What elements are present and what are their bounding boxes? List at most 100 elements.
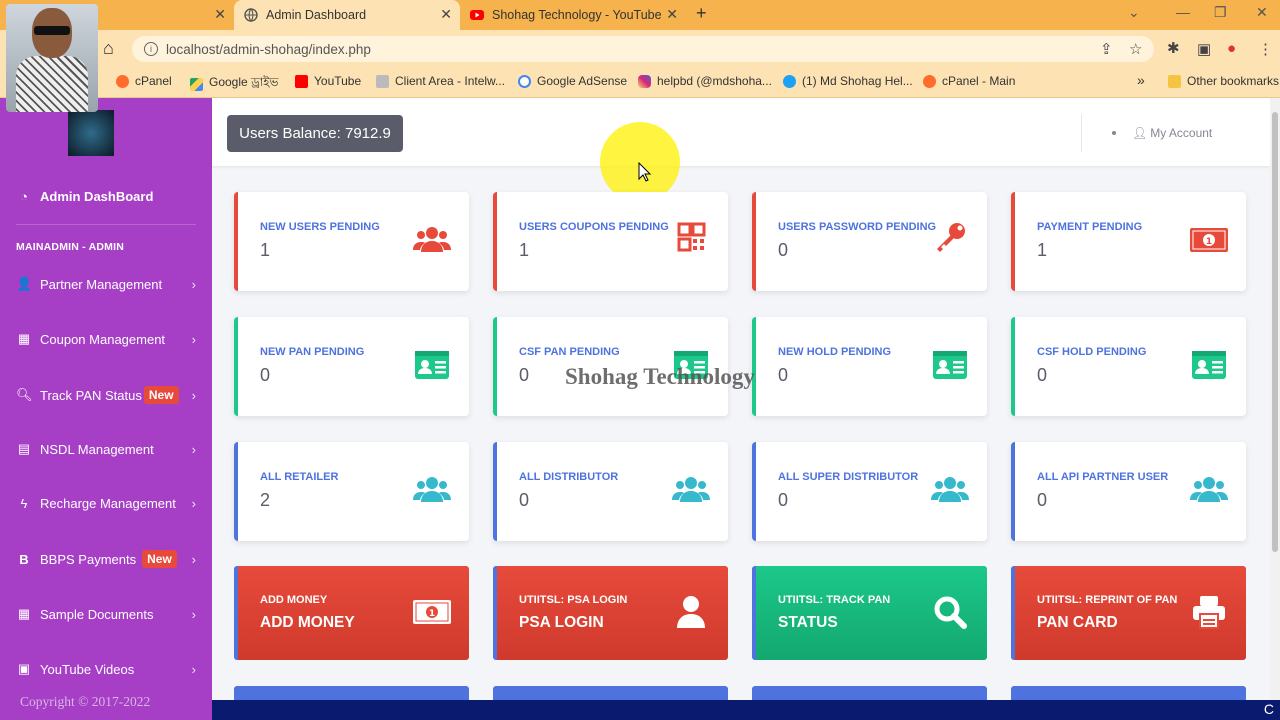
sidebar-item-label: Recharge Management (40, 496, 176, 511)
drive-icon (190, 77, 203, 91)
card-all-retailer[interactable]: ALL RETAILER 2 (234, 442, 469, 541)
card-all-distributor[interactable]: ALL DISTRIBUTOR 0 (493, 442, 728, 541)
chevron-right-icon: › (191, 606, 196, 622)
close-icon[interactable]: ✕ (440, 6, 452, 23)
card-value: 0 (260, 365, 271, 385)
sidebar-item-sample-documents[interactable]: ▦ Sample Documents › (16, 606, 196, 622)
chevron-right-icon: › (191, 387, 196, 403)
money-icon: 1 (1190, 228, 1228, 252)
close-window-icon[interactable]: ✕ (1256, 4, 1268, 21)
sidebar-item-label: YouTube Videos (40, 661, 135, 677)
my-account-menu[interactable]: 👤︎ My Account (1112, 126, 1212, 140)
bookmark-item[interactable]: (1) Md Shohag Hel... (783, 74, 913, 88)
card-value: 0 (1037, 490, 1048, 510)
users-balance-button[interactable]: Users Balance: 7912.9 (227, 115, 403, 152)
profile-icon[interactable]: ● (1227, 40, 1236, 57)
sidebar-item-track-pan-status[interactable]: 🔍︎ Track PAN Status New › (16, 386, 196, 404)
scrollbar-thumb[interactable] (1272, 112, 1278, 552)
bbps-icon: B (19, 551, 29, 567)
other-bookmarks-label: Other bookmarks (1187, 74, 1280, 88)
psa-login-button[interactable]: UTIITSL: PSA LOGIN PSA LOGIN (493, 566, 728, 660)
sidebar-item-coupon-management[interactable]: ▦ Coupon Management › (16, 331, 196, 347)
other-bookmarks[interactable]: Other bookmarks (1168, 74, 1279, 88)
action-label: UTIITSL: PSA LOGIN (519, 594, 628, 606)
next-row-card[interactable] (493, 686, 728, 700)
card-new-users-pending[interactable]: NEW USERS PENDING 1 (234, 192, 469, 291)
tab-youtube-label: Shohag Technology - YouTube (492, 8, 662, 22)
card-csf-hold-pending[interactable]: CSF HOLD PENDING 0 (1011, 317, 1246, 416)
money-icon: 1 (413, 600, 451, 624)
share-icon[interactable]: ⇪ (1100, 40, 1113, 58)
tab-youtube[interactable]: Shohag Technology - YouTube ✕ (460, 0, 686, 30)
card-payment-pending[interactable]: PAYMENT PENDING 1 1 (1011, 192, 1246, 291)
card-value: 0 (778, 490, 789, 510)
action-title: ADD MONEY (260, 614, 355, 631)
next-row-card[interactable] (234, 686, 469, 700)
extensions-icon[interactable]: ✱ (1167, 39, 1180, 57)
chevron-down-icon[interactable]: ⌄ (1128, 4, 1140, 21)
card-label: ALL DISTRIBUTOR (519, 471, 619, 483)
card-all-super-distributor[interactable]: ALL SUPER DISTRIBUTOR 0 (752, 442, 987, 541)
site-logo[interactable] (68, 110, 114, 156)
bookmark-item[interactable]: cPanel - Main (923, 74, 1015, 88)
tab-admin-dashboard[interactable]: Admin Dashboard ✕ (234, 0, 460, 30)
dashboard-icon: ◔ (20, 189, 28, 204)
new-tab-button[interactable]: + (696, 3, 707, 24)
youtube-icon (470, 8, 484, 22)
sidebar-item-dashboard[interactable]: ◔ Admin DashBoard (16, 189, 196, 204)
close-icon[interactable]: ✕ (666, 6, 678, 23)
id-card-icon (1192, 351, 1226, 379)
bookmark-item[interactable]: Google ড্রাইভ (190, 74, 279, 94)
bookmark-item[interactable]: helpbd (@mdshoha... (638, 74, 772, 88)
card-label: NEW USERS PENDING (260, 221, 380, 233)
card-users-password-pending[interactable]: USERS PASSWORD PENDING 0 (752, 192, 987, 291)
sidebar-item-recharge-management[interactable]: ϟ Recharge Management › (16, 496, 196, 511)
close-icon[interactable]: ✕ (214, 6, 226, 23)
action-label: UTIITSL: REPRINT OF PAN (1037, 594, 1178, 606)
channel-watermark: Shohag Technology (565, 364, 755, 389)
sidebar-item-partner-management[interactable]: 👤 Partner Management › (16, 276, 196, 292)
card-label: NEW HOLD PENDING (778, 346, 892, 358)
add-money-button[interactable]: ADD MONEY ADD MONEY 1 (234, 566, 469, 660)
avatar-shirt (16, 56, 88, 112)
next-row-card[interactable] (752, 686, 987, 700)
bookmark-item[interactable]: cPanel (116, 74, 172, 88)
cpanel-icon (923, 74, 936, 88)
bookmark-label: Google ড্রাইভ (209, 75, 279, 89)
sidebar-item-bbps-payments[interactable]: B BBPS Payments New › (16, 550, 196, 568)
track-pan-status-button[interactable]: UTIITSL: TRACK PAN STATUS (752, 566, 987, 660)
home-icon[interactable]: ⌂ (103, 38, 114, 59)
avatar-sunglasses (34, 26, 70, 35)
sidebar-heading: MAINADMIN - ADMIN (16, 241, 124, 253)
sidebar-item-youtube-videos[interactable]: ▣ YouTube Videos › (16, 661, 196, 677)
info-icon[interactable]: i (144, 42, 158, 56)
menu-icon[interactable]: ⋮ (1258, 40, 1273, 58)
card-label: CSF PAN PENDING (519, 346, 620, 358)
restore-icon[interactable]: ❐ (1214, 4, 1227, 21)
qrcode-icon (677, 222, 706, 252)
new-badge: New (143, 386, 179, 404)
card-all-api-partner-user[interactable]: ALL API PARTNER USER 0 (1011, 442, 1246, 541)
bookmark-item[interactable]: Google AdSense (518, 74, 627, 88)
printer-icon (1193, 596, 1225, 629)
sidebar-brand-label: Admin DashBoard (40, 189, 154, 204)
sidepanel-icon[interactable]: ▣ (1197, 40, 1211, 58)
card-users-coupons-pending[interactable]: USERS COUPONS PENDING 1 (493, 192, 728, 291)
minimize-icon[interactable]: — (1176, 4, 1190, 20)
star-icon[interactable]: ☆ (1129, 40, 1142, 58)
bookmark-item[interactable]: Client Area - Intelw... (376, 74, 505, 88)
more-bookmarks-button[interactable]: » (1137, 72, 1145, 88)
users-icon (931, 477, 969, 502)
card-new-pan-pending[interactable]: NEW PAN PENDING 0 (234, 317, 469, 416)
folder-icon (1168, 74, 1181, 88)
bookmark-item[interactable]: YouTube (295, 74, 361, 88)
card-label: ALL API PARTNER USER (1037, 471, 1169, 483)
address-bar[interactable]: i localhost/admin-shohag/index.php (132, 36, 1154, 62)
page-scrollbar[interactable] (1270, 98, 1280, 700)
next-row-card[interactable] (1011, 686, 1246, 700)
bottom-bar: C (212, 700, 1280, 720)
sidebar-item-nsdl-management[interactable]: ▤ NSDL Management › (16, 441, 196, 457)
card-new-hold-pending[interactable]: NEW HOLD PENDING 0 (752, 317, 987, 416)
reprint-pan-card-button[interactable]: UTIITSL: REPRINT OF PAN PAN CARD (1011, 566, 1246, 660)
copyright-text: Copyright © 2017-2022 (20, 694, 151, 709)
